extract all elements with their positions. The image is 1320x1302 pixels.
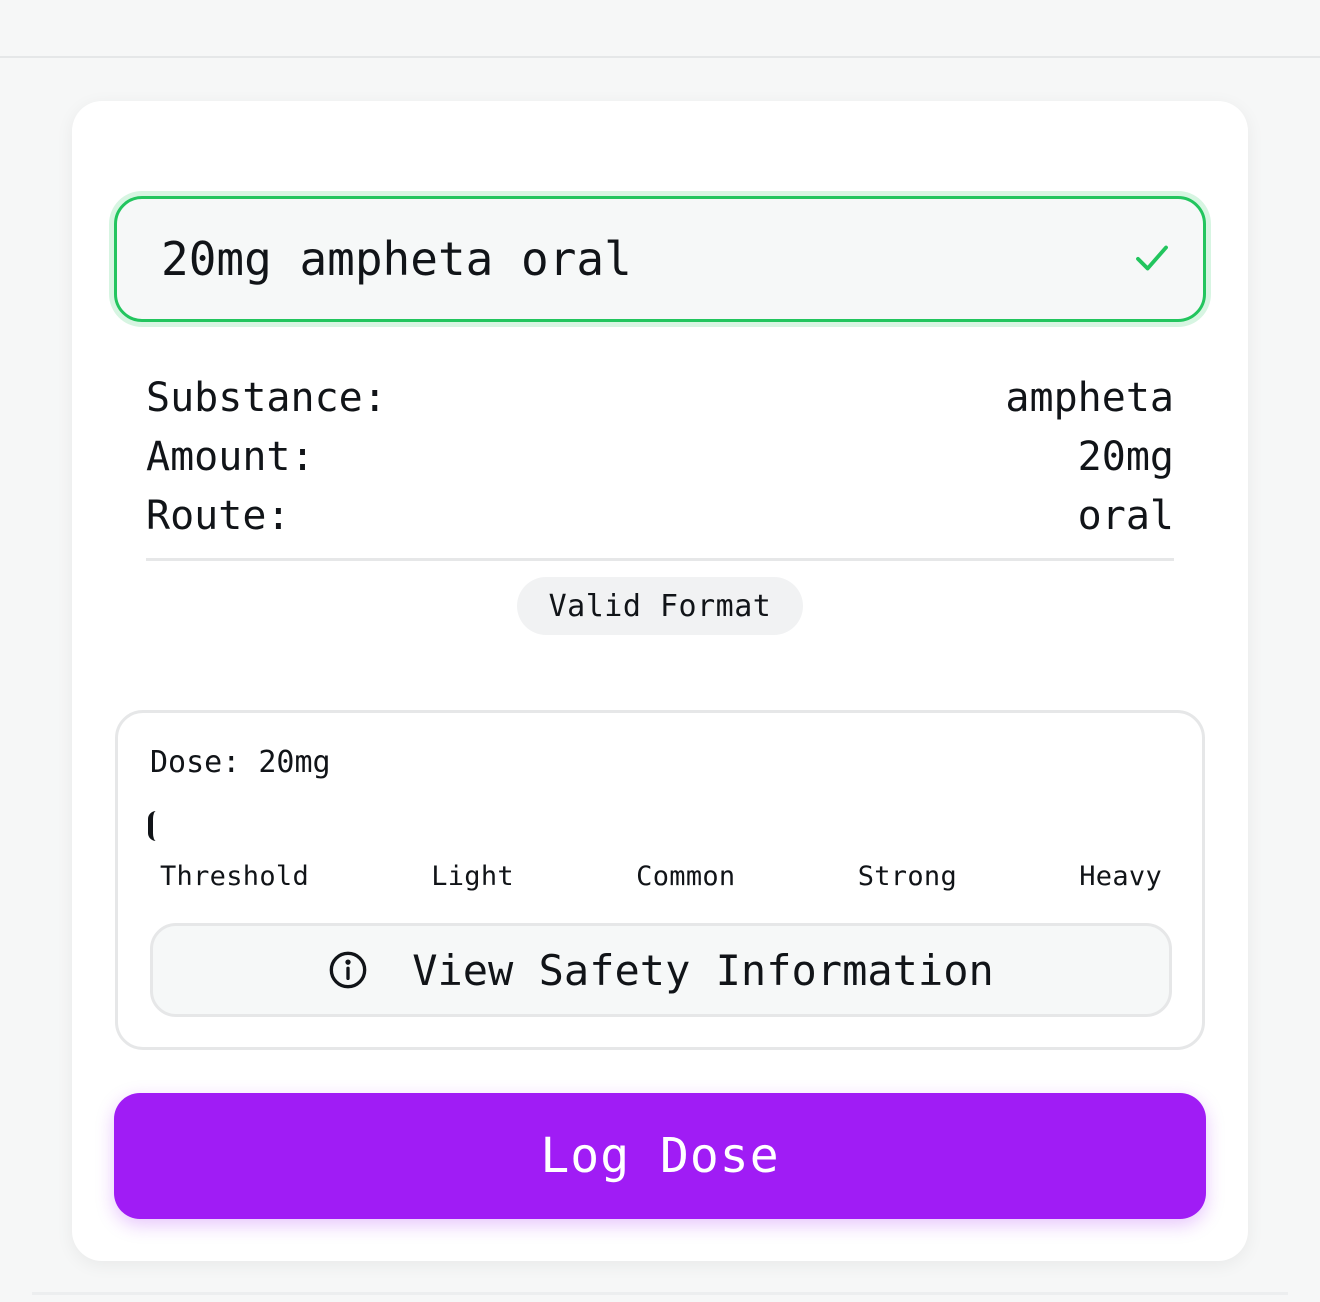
parsed-details: Substance: ampheta Amount: 20mg Route: o… xyxy=(146,369,1174,561)
substance-value: ampheta xyxy=(1005,375,1174,421)
route-label: Route: xyxy=(146,493,291,539)
info-icon xyxy=(329,951,367,989)
scale-common: Common xyxy=(636,861,736,892)
check-icon xyxy=(1136,245,1168,271)
parsed-row-substance: Substance: ampheta xyxy=(146,369,1174,428)
dose-range-panel: Dose: 20mg Threshold Light Common Strong… xyxy=(115,710,1205,1050)
dose-value: 20mg xyxy=(258,745,331,780)
safety-button-label: View Safety Information xyxy=(412,945,994,995)
scale-threshold: Threshold xyxy=(160,861,309,892)
view-safety-info-button[interactable]: View Safety Information xyxy=(150,923,1172,1017)
parsed-row-route: Route: oral xyxy=(146,487,1174,546)
amount-value: 20mg xyxy=(1077,434,1174,480)
dose-input[interactable] xyxy=(161,232,1101,286)
scale-strong: Strong xyxy=(857,861,958,892)
top-bar xyxy=(0,0,1320,58)
substance-label: Substance: xyxy=(146,375,387,421)
dose-input-container[interactable] xyxy=(114,196,1206,322)
dose-entry-card: Substance: ampheta Amount: 20mg Route: o… xyxy=(72,101,1248,1261)
scale-heavy: Heavy xyxy=(1079,861,1162,892)
status-badge: Valid Format xyxy=(517,577,803,635)
scale-light: Light xyxy=(431,861,514,892)
dose-title: Dose: 20mg xyxy=(150,745,331,780)
parsed-row-amount: Amount: 20mg xyxy=(146,428,1174,487)
log-dose-button[interactable]: Log Dose xyxy=(114,1093,1206,1219)
route-value: oral xyxy=(1077,493,1174,539)
dose-scale: Threshold Light Common Strong Heavy xyxy=(160,861,1162,892)
amount-label: Amount: xyxy=(146,434,315,480)
dose-range-slider[interactable] xyxy=(148,811,156,841)
bottom-divider xyxy=(32,1292,1288,1295)
dose-label: Dose: xyxy=(150,745,241,780)
